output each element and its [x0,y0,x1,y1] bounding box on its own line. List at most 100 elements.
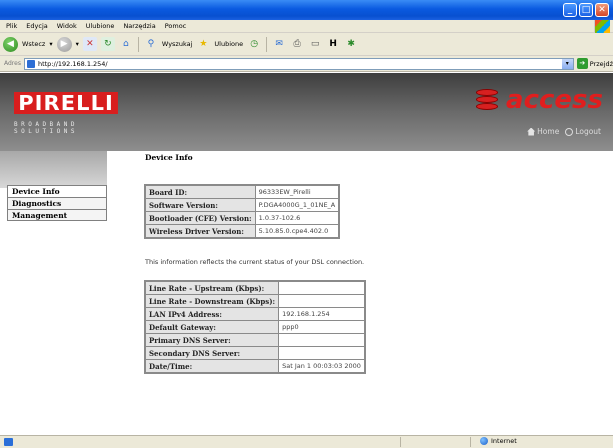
board-id-label: Board ID: [145,185,256,199]
access-stack-icon [476,89,499,111]
table-row: Bootloader (CFE) Version: 1.0.37-102.6 [145,211,340,225]
menu-help[interactable]: Pomoc [165,22,187,30]
mail-icon[interactable]: ✉ [272,37,286,51]
window-titlebar[interactable]: _ □ ✕ [0,0,613,20]
back-button-label[interactable]: Wstecz [22,40,45,48]
power-icon [565,127,574,136]
address-bar: Adres ▾ ➔ Przejdź [0,56,613,72]
maximize-button[interactable]: □ [579,3,593,17]
date-time-value: Sat Jan 1 00:03:03 2000 [278,359,365,373]
bootloader-version-value: 1.0.37-102.6 [254,211,340,225]
home-link[interactable]: Home [527,127,559,136]
house-icon [527,127,536,136]
refresh-icon[interactable]: ↻ [100,37,115,51]
favorites-star-icon[interactable]: ★ [196,37,210,51]
access-logo: access [476,85,603,115]
close-button[interactable]: ✕ [595,3,609,17]
menu-view[interactable]: Widok [57,22,77,30]
page-viewport: PIRELLI BROADBAND SOLUTIONS access Home … [0,73,613,435]
default-gateway-value: ppp0 [278,320,365,334]
logout-link-label: Logout [575,127,601,136]
toolbar-separator [137,36,139,52]
table-row: Primary DNS Server: [144,333,365,347]
menu-edit[interactable]: Edycja [26,22,47,30]
lan-ipv4-value: 192.168.1.254 [278,307,365,321]
default-gateway-label: Default Gateway: [144,320,280,334]
minimize-button[interactable]: _ [563,3,577,17]
software-version-value: P.DGA4000G_1_01NE_A [254,198,340,212]
downstream-rate-value [278,294,365,308]
left-gray-band [0,151,107,188]
device-info-table: Board ID: 96333EW_Pirelli Software Versi… [143,184,341,239]
address-box[interactable]: ▾ [23,57,574,70]
home-icon[interactable]: ⌂ [119,37,133,51]
address-label: Adres [4,60,21,67]
table-row: Secondary DNS Server: [144,346,365,360]
discuss-icon[interactable]: ✱ [344,37,358,51]
nav-item-diagnostics[interactable]: Diagnostics [7,197,107,209]
wireless-driver-version-label: Wireless Driver Version: [145,224,256,238]
back-arrow-icon[interactable]: ◀ [3,36,18,52]
date-time-label: Date/Time: [144,359,280,373]
secondary-dns-value [278,346,365,360]
globe-icon [480,437,488,445]
page-title: Device Info [145,153,193,162]
windows-logo-icon [594,20,610,33]
zone-label: Internet [491,437,517,445]
page-icon [26,59,35,68]
router-banner: PIRELLI BROADBAND SOLUTIONS access Home … [0,73,613,151]
messenger-icon[interactable]: H [326,37,340,51]
nav-item-device-info[interactable]: Device Info [7,185,107,197]
table-row: Line Rate - Downstream (Kbps): [144,294,365,308]
menu-file[interactable]: Plik [6,22,17,30]
primary-dns-label: Primary DNS Server: [144,333,280,347]
status-divider [470,437,471,447]
search-icon[interactable]: ⚲ [144,37,158,51]
address-dropdown-icon[interactable]: ▾ [561,58,573,69]
favorites-button-label[interactable]: Ulubione [214,40,243,48]
url-input[interactable] [37,59,538,68]
logout-link[interactable]: Logout [565,127,601,136]
menu-favorites[interactable]: Ulubione [86,22,115,30]
edit-icon[interactable]: ▭ [308,37,322,51]
table-row: Wireless Driver Version: 5.10.85.0.cpe4.… [145,224,340,238]
security-zone: Internet [480,437,517,445]
status-divider [400,437,401,447]
dsl-status-table: Line Rate - Upstream (Kbps): Line Rate -… [144,280,366,374]
bootloader-version-label: Bootloader (CFE) Version: [145,211,256,225]
back-dropdown-icon[interactable]: ▾ [49,40,52,48]
nav-item-management[interactable]: Management [7,209,107,221]
print-icon[interactable]: ⎙ [290,37,304,51]
pirelli-wordmark: PIRELLI [14,92,119,114]
table-row: LAN IPv4 Address: 192.168.1.254 [144,307,365,321]
secondary-dns-label: Secondary DNS Server: [144,346,280,360]
downstream-rate-label: Line Rate - Downstream (Kbps): [144,294,280,308]
forward-arrow-icon[interactable]: ▶ [56,36,72,52]
upstream-rate-label: Line Rate - Upstream (Kbps): [144,281,280,295]
broadband-subtitle: BROADBAND SOLUTIONS [14,121,79,135]
lan-ipv4-label: LAN IPv4 Address: [144,307,280,321]
dsl-status-description: This information reflects the current st… [145,258,365,266]
status-bar: Internet [0,435,613,448]
table-row: Default Gateway: ppp0 [144,320,365,334]
search-button-label[interactable]: Wyszukaj [162,40,193,48]
access-wordmark: access [506,85,603,115]
top-links: Home Logout [527,127,601,136]
page-status-icon [4,438,13,446]
menu-bar: Plik Edycja Widok Ulubione Narzędzia Pom… [0,20,613,33]
go-button-label: Przejdź [589,59,613,68]
home-link-label: Home [537,127,560,136]
menu-tools[interactable]: Narzędzia [123,22,155,30]
table-row: Line Rate - Upstream (Kbps): [144,281,365,295]
stop-icon[interactable]: ✕ [82,37,97,51]
board-id-value: 96333EW_Pirelli [254,185,340,199]
software-version-label: Software Version: [145,198,256,212]
upstream-rate-value [278,281,365,295]
browser-toolbar: ◀ Wstecz ▾ ▶ ▾ ✕ ↻ ⌂ ⚲ Wyszukaj ★ Ulubio… [0,33,613,56]
window-controls: _ □ ✕ [563,3,609,17]
history-icon[interactable]: ◷ [247,37,261,51]
go-button[interactable]: ➔ Przejdź [576,58,613,69]
toolbar-separator [266,36,268,52]
forward-dropdown-icon[interactable]: ▾ [76,40,79,48]
pirelli-logo: PIRELLI BROADBAND SOLUTIONS [14,92,119,135]
